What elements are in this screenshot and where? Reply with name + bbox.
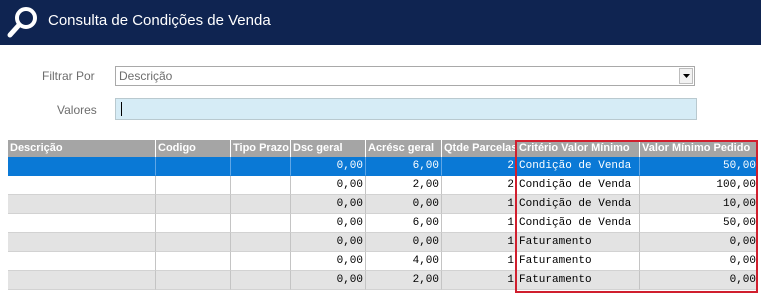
filter-select[interactable]: Descrição <box>115 66 695 86</box>
cell-tipo-prazo <box>231 195 291 214</box>
values-label: Valores <box>57 103 97 117</box>
cell-qtde-parcelas: 2 <box>442 176 517 195</box>
cell-codigo <box>156 271 231 290</box>
cell-codigo <box>156 233 231 252</box>
cell-acresc-geral: 2,00 <box>366 176 442 195</box>
cell-dsc-geral: 0,00 <box>291 214 366 233</box>
cell-tipo-prazo <box>231 271 291 290</box>
cell-criterio: Condição de Venda <box>517 176 640 195</box>
table-row[interactable]: 0,00 2,00 2 Condição de Venda 100,00 <box>8 176 758 195</box>
cell-valor-minimo: 0,00 <box>640 233 758 252</box>
cell-criterio: Faturamento <box>517 233 640 252</box>
cell-acresc-geral: 2,00 <box>366 271 442 290</box>
cell-dsc-geral: 0,00 <box>291 271 366 290</box>
cell-acresc-geral: 6,00 <box>366 214 442 233</box>
cell-descricao <box>8 233 156 252</box>
cell-descricao <box>8 271 156 290</box>
cell-valor-minimo: 0,00 <box>640 271 758 290</box>
cell-criterio: Condição de Venda <box>517 157 640 176</box>
cell-qtde-parcelas: 1 <box>442 233 517 252</box>
cell-qtde-parcelas: 1 <box>442 271 517 290</box>
cell-dsc-geral: 0,00 <box>291 252 366 271</box>
cell-tipo-prazo <box>231 157 291 176</box>
cell-valor-minimo: 50,00 <box>640 214 758 233</box>
chevron-down-icon <box>683 74 690 78</box>
cell-dsc-geral: 0,00 <box>291 195 366 214</box>
cell-dsc-geral: 0,00 <box>291 157 366 176</box>
text-cursor <box>121 102 122 116</box>
cell-descricao <box>8 195 156 214</box>
grid-header: Descrição Codigo Tipo Prazo Dsc geral Ac… <box>8 140 758 157</box>
cell-codigo <box>156 214 231 233</box>
column-header-criterio-valor-minimo[interactable]: Critério Valor Mínimo <box>517 140 640 157</box>
cell-dsc-geral: 0,00 <box>291 233 366 252</box>
cell-criterio: Condição de Venda <box>517 214 640 233</box>
table-row[interactable]: 0,00 4,00 1 Faturamento 0,00 <box>8 252 758 271</box>
cell-codigo <box>156 195 231 214</box>
values-input[interactable] <box>115 98 697 120</box>
cell-acresc-geral: 0,00 <box>366 195 442 214</box>
cell-qtde-parcelas: 2 <box>442 157 517 176</box>
magnifier-icon <box>7 7 37 38</box>
cell-acresc-geral: 4,00 <box>366 252 442 271</box>
cell-criterio: Condição de Venda <box>517 195 640 214</box>
filter-select-value: Descrição <box>119 69 173 83</box>
cell-codigo <box>156 176 231 195</box>
filter-label: Filtrar Por <box>42 69 95 83</box>
column-header-qtde-parcelas[interactable]: Qtde Parcelas <box>442 140 517 157</box>
cell-descricao <box>8 252 156 271</box>
cell-qtde-parcelas: 1 <box>442 252 517 271</box>
table-row[interactable]: 0,00 0,00 1 Condição de Venda 10,00 <box>8 195 758 214</box>
title-bar: Consulta de Condições de Venda <box>0 0 761 45</box>
cell-tipo-prazo <box>231 252 291 271</box>
table-row[interactable]: 0,00 2,00 1 Faturamento 0,00 <box>8 271 758 290</box>
results-grid: Descrição Codigo Tipo Prazo Dsc geral Ac… <box>8 140 758 290</box>
cell-acresc-geral: 0,00 <box>366 233 442 252</box>
column-header-valor-minimo-pedido[interactable]: Valor Mínimo Pedido <box>640 140 758 157</box>
cell-valor-minimo: 50,00 <box>640 157 758 176</box>
cell-valor-minimo: 0,00 <box>640 252 758 271</box>
cell-tipo-prazo <box>231 233 291 252</box>
column-header-codigo[interactable]: Codigo <box>156 140 231 157</box>
cell-criterio: Faturamento <box>517 252 640 271</box>
window-title: Consulta de Condições de Venda <box>48 12 271 29</box>
cell-codigo <box>156 252 231 271</box>
table-row[interactable]: 0,00 0,00 1 Faturamento 0,00 <box>8 233 758 252</box>
cell-dsc-geral: 0,00 <box>291 176 366 195</box>
column-header-descricao[interactable]: Descrição <box>8 140 156 157</box>
cell-criterio: Faturamento <box>517 271 640 290</box>
cell-descricao <box>8 214 156 233</box>
cell-qtde-parcelas: 1 <box>442 195 517 214</box>
cell-tipo-prazo <box>231 214 291 233</box>
cell-qtde-parcelas: 1 <box>442 214 517 233</box>
cell-descricao <box>8 157 156 176</box>
cell-valor-minimo: 100,00 <box>640 176 758 195</box>
column-header-dsc-geral[interactable]: Dsc geral <box>291 140 366 157</box>
table-row[interactable]: 0,00 6,00 1 Condição de Venda 50,00 <box>8 214 758 233</box>
dropdown-button[interactable] <box>679 68 693 84</box>
table-row[interactable]: 0,00 6,00 2 Condição de Venda 50,00 <box>8 157 758 176</box>
cell-codigo <box>156 157 231 176</box>
cell-valor-minimo: 10,00 <box>640 195 758 214</box>
cell-descricao <box>8 176 156 195</box>
column-header-acresc-geral[interactable]: Acrésc geral <box>366 140 442 157</box>
cell-tipo-prazo <box>231 176 291 195</box>
column-header-tipo-prazo[interactable]: Tipo Prazo <box>231 140 291 157</box>
cell-acresc-geral: 6,00 <box>366 157 442 176</box>
